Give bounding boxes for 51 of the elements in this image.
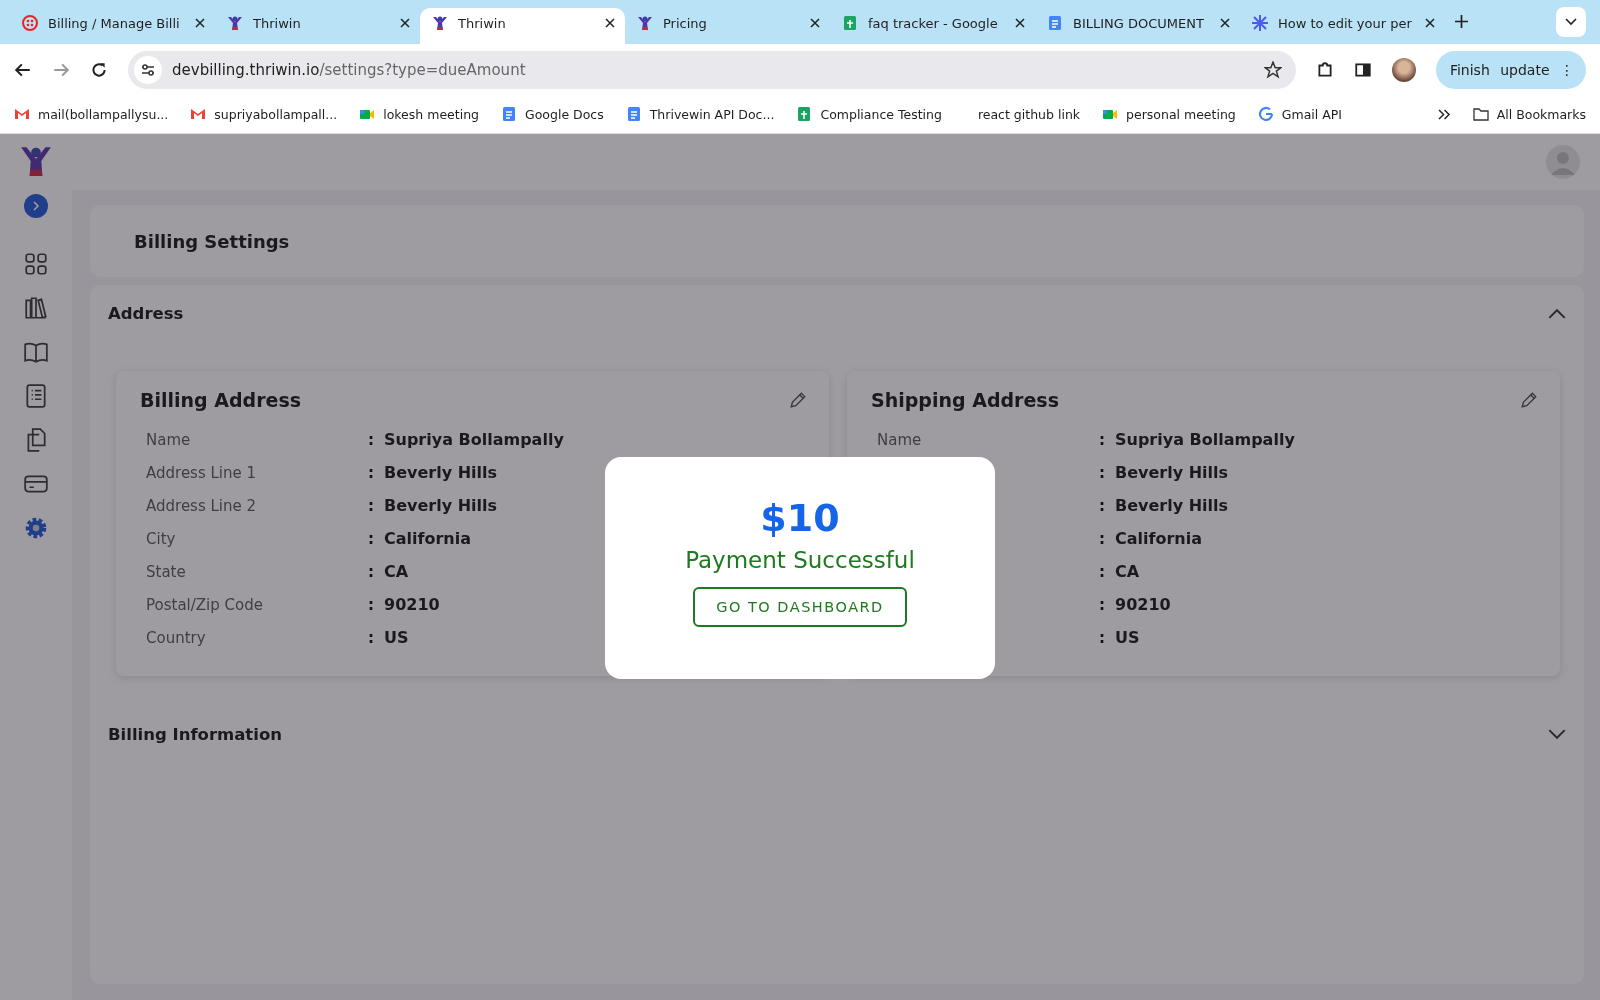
tab-title: faq tracker - Google (868, 15, 999, 31)
section-title: Address (108, 303, 184, 323)
field-label: Name (877, 430, 922, 449)
field-label: Address Line 1 (146, 463, 257, 482)
colon-separator: : (368, 463, 374, 482)
url-text: devbilling.thriwin.io/settings?type=dueAmount (172, 60, 527, 79)
field-label: State (146, 562, 186, 581)
colon-separator: : (1099, 628, 1105, 647)
colon-separator: : (368, 628, 374, 647)
tab-title: Thriwin (458, 15, 507, 31)
field-value: Supriya Bollampally (384, 430, 564, 449)
field-value: US (384, 628, 409, 647)
field-label: Postal/Zip Code (146, 595, 263, 614)
tab-title: BILLING DOCUMENT (1073, 15, 1205, 31)
card-title: Billing Address (140, 389, 302, 411)
colon-separator: : (1099, 529, 1105, 548)
colon-separator: : (368, 595, 374, 614)
field-value: US (1115, 628, 1140, 647)
colon-separator: : (368, 496, 374, 515)
page-title: Billing Settings (134, 230, 290, 252)
tab-title: How to edit your per (1278, 15, 1413, 31)
tab-title: Pricing (663, 15, 708, 31)
field-value: CA (1115, 562, 1140, 581)
field-value: Beverly Hills (384, 496, 498, 515)
field-label: Address Line 2 (146, 496, 257, 515)
field-label: Country (146, 628, 206, 647)
field-value: Beverly Hills (384, 463, 498, 482)
colon-separator: : (368, 430, 374, 449)
field-label: City (146, 529, 176, 548)
colon-separator: : (1099, 430, 1105, 449)
tab-title: Thriwin (253, 15, 302, 31)
colon-separator: : (1099, 595, 1105, 614)
success-message: Payment Successful (685, 547, 915, 573)
field-value: California (1115, 529, 1203, 548)
section-title: Billing Information (108, 724, 282, 744)
colon-separator: : (1099, 463, 1105, 482)
colon-separator: : (368, 529, 374, 548)
field-value: Beverly Hills (1115, 496, 1229, 515)
card-title: Shipping Address (871, 389, 1059, 411)
tab-title: Billing / Manage Billi (48, 15, 181, 31)
field-value: 90210 (384, 595, 440, 614)
colon-separator: : (368, 562, 374, 581)
colon-separator: : (1099, 562, 1105, 581)
field-value: CA (384, 562, 409, 581)
field-label: Name (146, 430, 191, 449)
field-value: California (384, 529, 472, 548)
colon-separator: : (1099, 496, 1105, 515)
payment-amount: $10 (760, 495, 840, 541)
field-value: Supriya Bollampally (1115, 430, 1295, 449)
field-value: Beverly Hills (1115, 463, 1229, 482)
field-value: 90210 (1115, 595, 1171, 614)
